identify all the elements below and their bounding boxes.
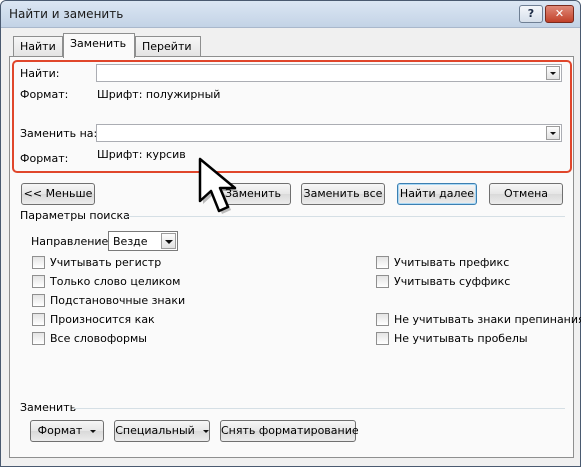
search-options-divider — [125, 216, 565, 217]
wildcards-checkbox[interactable] — [32, 294, 45, 307]
match-prefix-label[interactable]: Учитывать префикс — [394, 256, 509, 269]
find-replace-dialog: Найти и заменить ? ✕ Найти Заменить Пере… — [0, 0, 581, 467]
format-button-label: Формат — [37, 424, 83, 437]
direction-label: Направление: — [31, 235, 113, 248]
ignore-punctuation-checkbox[interactable] — [376, 313, 389, 326]
special-button[interactable]: Специальный — [114, 420, 210, 442]
direction-select[interactable]: Везде — [108, 231, 178, 251]
mouse-pointer-icon — [198, 157, 238, 214]
all-word-forms-checkbox[interactable] — [32, 332, 45, 345]
replace-label: Заменить на: — [20, 127, 98, 140]
sounds-like-checkbox[interactable] — [32, 313, 45, 326]
tab-find[interactable]: Найти — [13, 36, 63, 56]
chevron-down-icon — [90, 429, 97, 433]
match-suffix-checkbox[interactable] — [376, 275, 389, 288]
replace-all-button[interactable]: Заменить все — [301, 183, 385, 205]
match-prefix-checkbox[interactable] — [376, 256, 389, 269]
direction-value: Везде — [113, 235, 148, 248]
window-title: Найти и заменить — [9, 7, 124, 21]
find-dropdown-arrow-icon[interactable] — [546, 66, 560, 80]
ignore-whitespace-checkbox[interactable] — [376, 332, 389, 345]
no-formatting-button[interactable]: Снять форматирование — [220, 420, 359, 442]
search-options-label: Параметры поиска — [20, 209, 130, 222]
cancel-button[interactable]: Отмена — [489, 183, 563, 205]
find-label: Найти: — [20, 67, 60, 80]
all-word-forms-label[interactable]: Все словоформы — [50, 332, 147, 345]
tab-goto[interactable]: Перейти — [135, 36, 201, 56]
whole-word-label[interactable]: Только слово целиком — [50, 275, 180, 288]
chevron-down-icon — [202, 429, 209, 433]
find-next-button[interactable]: Найти далее — [397, 183, 477, 205]
special-button-label: Специальный — [115, 424, 195, 437]
find-format-label: Формат: — [20, 88, 69, 101]
help-button[interactable]: ? — [519, 5, 543, 23]
ignore-punctuation-label[interactable]: Не учитывать знаки препинания — [394, 313, 581, 326]
less-button[interactable]: << Меньше — [21, 183, 95, 205]
find-input[interactable] — [96, 64, 562, 82]
format-button[interactable]: Формат — [30, 420, 104, 442]
replace-group-divider — [73, 408, 565, 409]
whole-word-checkbox[interactable] — [32, 275, 45, 288]
chevron-down-icon[interactable] — [161, 233, 176, 249]
title-bar[interactable]: Найти и заменить ? ✕ — [1, 1, 580, 28]
match-case-label[interactable]: Учитывать регистр — [50, 256, 161, 269]
match-case-checkbox[interactable] — [32, 256, 45, 269]
replace-dropdown-arrow-icon[interactable] — [546, 126, 560, 140]
tab-replace[interactable]: Заменить — [63, 33, 135, 58]
find-format-value: Шрифт: полужирный — [97, 88, 221, 101]
sounds-like-label[interactable]: Произносится как — [50, 313, 155, 326]
replace-format-value: Шрифт: курсив — [97, 148, 186, 161]
wildcards-label[interactable]: Подстановочные знаки — [50, 294, 185, 307]
replace-input[interactable] — [96, 124, 562, 142]
ignore-whitespace-label[interactable]: Не учитывать пробелы — [394, 332, 528, 345]
match-suffix-label[interactable]: Учитывать суффикс — [394, 275, 510, 288]
close-button[interactable]: ✕ — [545, 5, 574, 23]
replace-group-label: Заменить — [20, 401, 77, 414]
replace-format-label: Формат: — [20, 152, 69, 165]
